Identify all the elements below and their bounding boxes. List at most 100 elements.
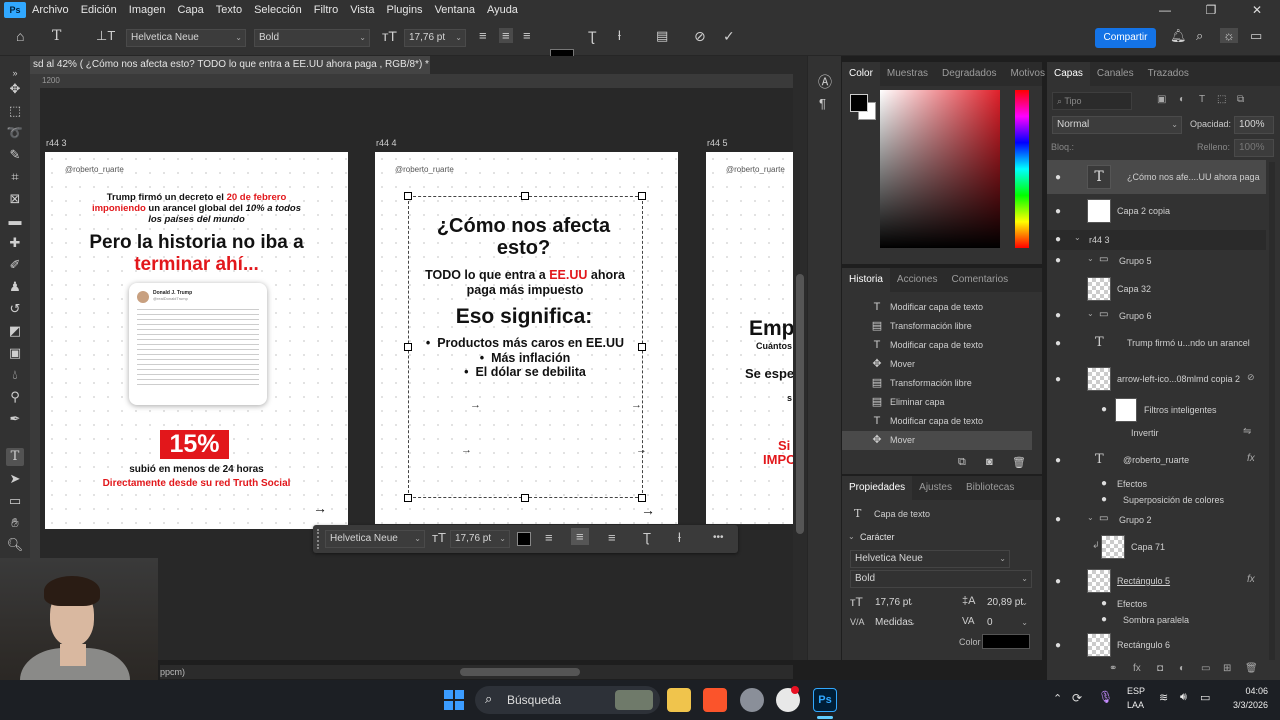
visibility-eye-icon[interactable]: ● bbox=[1052, 234, 1064, 245]
horizontal-scrollbar[interactable] bbox=[160, 665, 793, 679]
visibility-eye-icon[interactable]: ● bbox=[1101, 404, 1107, 415]
menu-ayuda[interactable]: Ayuda bbox=[481, 4, 524, 16]
visibility-eye-icon[interactable]: ● bbox=[1052, 172, 1064, 183]
menu-edicion[interactable]: Edición bbox=[75, 4, 123, 16]
artboard-row[interactable]: ● ⌄ r44 3 bbox=[1047, 230, 1266, 250]
visibility-eye-icon[interactable]: ● bbox=[1101, 614, 1107, 625]
visibility-eye-icon[interactable]: ● bbox=[1052, 310, 1064, 321]
foreground-color-swatch[interactable] bbox=[850, 94, 868, 112]
prop-font-family-dropdown[interactable]: Helvetica Neue ⌄ bbox=[850, 550, 1010, 568]
menu-archivo[interactable]: Archivo bbox=[26, 4, 75, 16]
microphone-icon[interactable]: 🎙︎ bbox=[1098, 690, 1113, 704]
windows-start-icon[interactable] bbox=[444, 690, 464, 710]
transform-handle[interactable] bbox=[638, 343, 646, 351]
filter-row[interactable]: Invertir ⇋ bbox=[1047, 424, 1266, 442]
filter-image-icon[interactable]: ▣ bbox=[1157, 94, 1166, 105]
visibility-eye-icon[interactable]: ● bbox=[1052, 640, 1064, 651]
tab-degradados[interactable]: Degradados bbox=[935, 62, 1003, 86]
history-item[interactable]: T Modificar capa de texto bbox=[842, 336, 1032, 355]
volume-icon[interactable]: 🔊︎ bbox=[1180, 691, 1187, 704]
link-icon[interactable]: ⚭ bbox=[1109, 663, 1117, 674]
ctx-warp-icon[interactable]: Ʈ bbox=[643, 530, 651, 545]
history-item[interactable]: ✥ Mover bbox=[842, 355, 1032, 374]
filter-smartobject-icon[interactable]: ⧉ bbox=[1237, 94, 1244, 105]
tray-chevron-icon[interactable]: ⌃ bbox=[1053, 692, 1062, 705]
section-caracter[interactable]: Carácter bbox=[860, 532, 895, 542]
ctx-color-swatch[interactable] bbox=[517, 532, 531, 546]
expand-chevron-icon[interactable]: ⌄ bbox=[1087, 513, 1094, 522]
expand-chevron-icon[interactable]: ⌄ bbox=[1074, 233, 1081, 242]
workspace-icon[interactable]: ▭ bbox=[1250, 28, 1262, 44]
group-row[interactable]: ● ⌄ ▭ Grupo 2 bbox=[1047, 510, 1266, 530]
artboard-left[interactable]: @roberto_ruarte Trump firmó un decreto e… bbox=[45, 152, 348, 529]
menu-ventana[interactable]: Ventana bbox=[429, 4, 481, 16]
ctx-type-options-icon[interactable]: ƚ bbox=[678, 530, 681, 545]
prop-color-swatch[interactable] bbox=[982, 634, 1030, 649]
tab-motivos[interactable]: Motivos bbox=[1004, 62, 1052, 86]
menu-plugins[interactable]: Plugins bbox=[380, 4, 428, 16]
fill-field[interactable]: 100% bbox=[1234, 139, 1274, 157]
rectangle-tool-icon[interactable]: ▭ bbox=[6, 492, 24, 510]
group-row[interactable]: ● ⌄ ▭ Grupo 6 bbox=[1047, 306, 1266, 326]
hand-tool-icon[interactable]: ✋︎ bbox=[6, 514, 24, 532]
visibility-eye-icon[interactable]: ● bbox=[1052, 338, 1064, 349]
mask-icon[interactable]: ◘ bbox=[1157, 663, 1163, 674]
prop-font-style-dropdown[interactable]: Bold ⌄ bbox=[850, 570, 1032, 588]
document-tab[interactable]: sd al 42% ( ¿Cómo nos afecta esto? TODO … bbox=[30, 56, 430, 74]
commit-check-icon[interactable]: ✓ bbox=[723, 28, 735, 45]
expand-chevron-icon[interactable]: ⌄ bbox=[1087, 254, 1094, 263]
ctx-align-center-icon[interactable]: ≡ bbox=[571, 528, 589, 545]
ctx-font-family-dropdown[interactable]: Helvetica Neue ⌄ bbox=[325, 530, 425, 548]
trash-icon[interactable]: 🗑︎ bbox=[1012, 456, 1026, 469]
transform-handle[interactable] bbox=[521, 192, 529, 200]
color-field[interactable] bbox=[880, 90, 1000, 248]
tab-color[interactable]: Color bbox=[842, 62, 880, 86]
artboard-right[interactable]: @roberto_ruarte Emp Cuántos Se espe s Si… bbox=[706, 152, 793, 524]
menu-seleccion[interactable]: Selección bbox=[248, 4, 308, 16]
artboard-label-left[interactable]: r44 3 bbox=[46, 138, 67, 148]
opacity-field[interactable]: 100% bbox=[1234, 116, 1274, 134]
ctx-align-left-icon[interactable]: ≡ bbox=[545, 530, 553, 545]
history-item[interactable]: ▤ Eliminar capa bbox=[842, 393, 1032, 412]
font-size-dropdown[interactable]: 17,76 pt ⌄ bbox=[404, 29, 466, 47]
settings-gear-icon[interactable] bbox=[740, 688, 764, 712]
drag-handle-icon[interactable] bbox=[317, 529, 321, 549]
zoom-tool-icon[interactable]: 🔍︎ bbox=[6, 536, 24, 554]
transform-bounding-box[interactable] bbox=[408, 196, 643, 498]
close-window-button[interactable]: ✕ bbox=[1234, 0, 1280, 20]
layer-row[interactable]: ● Rectángulo 5 fx bbox=[1047, 564, 1266, 598]
wifi-icon[interactable]: ≋ bbox=[1159, 691, 1168, 704]
tab-bibliotecas[interactable]: Bibliotecas bbox=[959, 476, 1021, 500]
prop-size-field[interactable]: 17,76 pt ⌄ bbox=[870, 594, 918, 612]
visibility-eye-icon[interactable]: ● bbox=[1052, 455, 1064, 466]
file-explorer-icon[interactable] bbox=[667, 688, 691, 712]
home-icon[interactable]: ⌂ bbox=[16, 28, 24, 44]
layer-row[interactable]: Capa 32 bbox=[1047, 272, 1266, 306]
dodge-tool-icon[interactable]: ⚲ bbox=[6, 388, 24, 406]
visibility-eye-icon[interactable]: ● bbox=[1101, 478, 1107, 489]
effects-row[interactable]: ● Efectos bbox=[1047, 476, 1266, 492]
history-item[interactable]: ▤ Transformación libre bbox=[842, 374, 1032, 393]
toggle-orientation-icon[interactable]: ⊥T bbox=[96, 28, 115, 44]
path-select-icon[interactable]: ➤ bbox=[6, 470, 24, 488]
new-document-from-state-icon[interactable]: ⧉ bbox=[958, 456, 966, 469]
lasso-tool-icon[interactable]: ➰ bbox=[6, 124, 24, 142]
prop-tracking-dropdown[interactable]: 0 ⌄ bbox=[982, 614, 1032, 632]
sync-icon[interactable]: ⟳ bbox=[1072, 691, 1082, 705]
fx-icon[interactable]: fx bbox=[1133, 663, 1141, 674]
crop-tool-icon[interactable]: ⌗ bbox=[6, 168, 24, 186]
layer-row[interactable]: ● arrow-left-ico...08mlmd copia 2 ⊘ bbox=[1047, 362, 1266, 396]
type-tool-icon[interactable]: T bbox=[52, 28, 61, 44]
brave-browser-icon[interactable] bbox=[703, 688, 727, 712]
menu-vista[interactable]: Vista bbox=[344, 4, 380, 16]
menu-filtro[interactable]: Filtro bbox=[308, 4, 344, 16]
transform-handle[interactable] bbox=[638, 494, 646, 502]
blend-mode-dropdown[interactable]: Normal ⌄ bbox=[1052, 116, 1182, 134]
layer-row-selected[interactable]: ● T ¿Cómo nos afe....UU ahora paga bbox=[1047, 160, 1266, 194]
layer-row[interactable]: ● Capa 2 copia bbox=[1047, 194, 1266, 228]
delete-layer-icon[interactable]: 🗑︎ bbox=[1245, 663, 1258, 674]
effect-item-row[interactable]: ● Superposición de colores bbox=[1047, 492, 1266, 508]
artboard-label-right[interactable]: r44 5 bbox=[707, 138, 728, 148]
transform-handle[interactable] bbox=[404, 192, 412, 200]
new-layer-icon[interactable]: ⊞ bbox=[1223, 663, 1231, 674]
